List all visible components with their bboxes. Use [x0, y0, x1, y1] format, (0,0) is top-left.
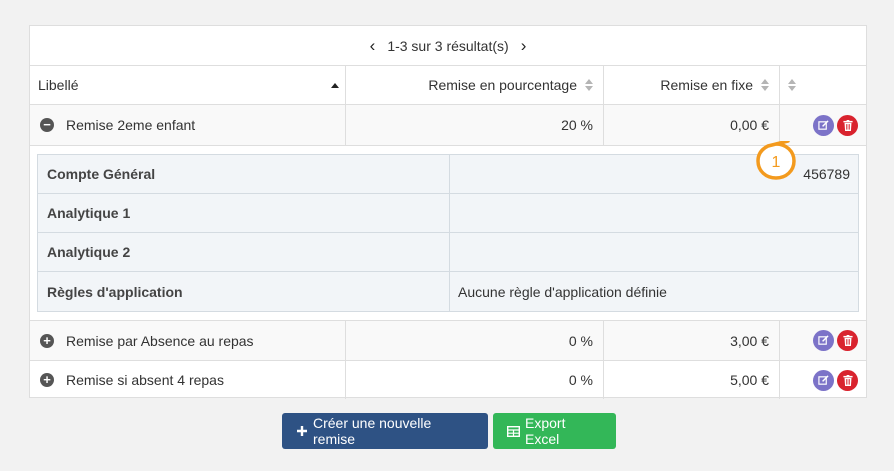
row-pct-cell: 0 % — [346, 321, 604, 360]
table-row: + Remise par Absence au repas 0 % 3,00 € — [30, 321, 866, 361]
row-pct-cell: 20 % — [346, 105, 604, 145]
discounts-table-panel: ‹ 1-3 sur 3 résultat(s) › Libellé Remise… — [29, 25, 867, 399]
column-header-label[interactable]: Libellé — [30, 66, 346, 104]
column-header-fixed[interactable]: Remise en fixe — [604, 66, 780, 104]
detail-row: Analytique 2 — [38, 233, 858, 272]
annotation-number: 1 — [772, 154, 781, 171]
pagination-text: 1-3 sur 3 résultat(s) — [387, 37, 509, 54]
row-pct-cell: 0 % — [346, 361, 604, 399]
column-header-pct[interactable]: Remise en pourcentage — [346, 66, 604, 104]
row-fixed-cell: 5,00 € — [604, 361, 780, 399]
edit-button[interactable] — [813, 330, 834, 351]
create-discount-button[interactable]: Créer une nouvelle remise — [282, 413, 488, 449]
row-actions — [780, 361, 866, 399]
table-header: Libellé Remise en pourcentage Remise en … — [30, 66, 866, 105]
table-row: + Remise si absent 4 repas 0 % 5,00 € — [30, 361, 866, 399]
pagination: ‹ 1-3 sur 3 résultat(s) › — [30, 26, 866, 66]
detail-row: Compte Général 456789 — [38, 155, 858, 194]
column-header-actions[interactable] — [780, 66, 866, 104]
row-actions — [780, 321, 866, 360]
export-excel-button[interactable]: Export Excel — [493, 413, 616, 449]
edit-icon — [818, 335, 829, 345]
delete-button[interactable] — [837, 330, 858, 351]
trash-icon — [842, 374, 853, 386]
sort-icon — [788, 79, 796, 91]
row-label-cell: − Remise 2eme enfant — [30, 105, 346, 145]
row-label-cell: + Remise si absent 4 repas — [30, 361, 346, 399]
detail-row: Règles d'application Aucune règle d'appl… — [38, 272, 858, 311]
row-label-cell: + Remise par Absence au repas — [30, 321, 346, 360]
minus-circle-icon[interactable]: − — [40, 118, 54, 132]
plus-icon — [296, 425, 308, 437]
edit-button[interactable] — [813, 114, 834, 136]
delete-button[interactable] — [837, 114, 858, 136]
detail-table: Compte Général 456789 Analytique 1 Analy… — [37, 154, 859, 312]
edit-icon — [818, 374, 829, 385]
chevron-left-icon[interactable]: ‹ — [370, 37, 376, 54]
edit-icon — [818, 119, 829, 130]
sort-icon — [761, 79, 769, 91]
action-buttons: Créer une nouvelle remise Export Excel — [282, 413, 616, 449]
delete-button[interactable] — [837, 369, 858, 391]
chevron-right-icon[interactable]: › — [521, 37, 527, 54]
edit-button[interactable] — [813, 369, 834, 391]
trash-icon — [842, 335, 853, 346]
plus-circle-icon[interactable]: + — [40, 333, 54, 348]
table-icon — [507, 425, 520, 437]
detail-row: Analytique 1 — [38, 194, 858, 233]
row-fixed-cell: 0,00 € — [604, 105, 780, 145]
table-row: − Remise 2eme enfant 20 % 0,00 € — [30, 105, 866, 146]
annotation-callout: 1 — [756, 141, 796, 180]
sort-asc-icon — [331, 79, 339, 91]
plus-circle-icon[interactable]: + — [40, 373, 54, 387]
sort-icon — [585, 79, 593, 91]
row-actions — [780, 105, 866, 145]
trash-icon — [842, 119, 853, 131]
row-detail: Compte Général 456789 Analytique 1 Analy… — [30, 146, 866, 321]
row-fixed-cell: 3,00 € — [604, 321, 780, 360]
